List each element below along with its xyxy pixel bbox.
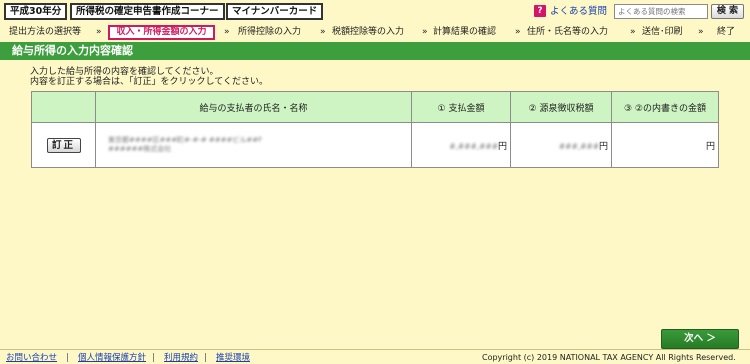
footer: お問い合わせ | 個人情報保護方針 | 利用規約 | 推奨環境 Copyrigh… [0,349,750,364]
step-submission-method: 提出方法の選択等 [9,27,82,37]
instruction-line-2: 内容を訂正する場合は、「訂正」をクリックしてください。 [30,77,268,87]
salary-income-table: 給与の支払者の氏名・名称 ① 支払金額 ② 源泉徴収税額 ③ ②の内書きの金額 … [31,91,719,168]
payer-cell: 東京都####区###町#-#-# ####ビル##F ######株式会社 [95,122,412,168]
payer-address: 東京都####区###町#-#-# ####ビル##F [108,136,263,144]
step-deduction-input: 所得控除の入力 [238,27,302,37]
action-cell: 訂正 [31,122,96,168]
step-address-name-input: 住所・氏名等の入力 [527,27,609,37]
page-title: 給与所得の入力内容確認 [12,44,133,57]
footer-link-contact[interactable]: お問い合わせ [6,353,57,363]
question-icon[interactable]: ? [534,5,546,17]
table-row: 訂正 東京都####区###町#-#-# ####ビル##F ######株式会… [31,122,719,168]
header-action [31,91,96,123]
step-send-print: 送信･印刷 [642,27,683,37]
yen-unit: 円 [497,141,507,152]
header-payer-name: 給与の支払者の氏名・名称 [95,91,412,123]
footer-link-terms[interactable]: 利用規約 [164,353,198,363]
payment-amount-cell: #,###,###円 [411,122,511,168]
inner-amount-cell: 円 [611,122,719,168]
header-withholding-tax: ② 源泉徴収税額 [510,91,612,123]
era-button[interactable]: 平成30年分 [4,3,68,20]
instruction-line-1: 入力した給与所得の内容を確認してください。 [30,67,219,77]
yen-unit: 円 [705,141,715,152]
search-button[interactable]: 検 索 [711,4,744,19]
step-separator: » [422,27,428,37]
step-separator: » [515,27,521,37]
step-calculation-result: 計算結果の確認 [433,27,497,37]
withholding-tax-cell: ###,###円 [510,122,612,168]
step-separator: » [96,27,102,37]
withholding-tax-value: ###,### [558,141,599,151]
payer-name: ######株式会社 [108,145,172,153]
yen-unit: 円 [598,141,608,152]
steps-nav: 提出方法の選択等 » 収入・所得金額の入力 » 所得控除の入力 » 税額控除等の… [0,24,750,41]
payment-amount-value: #,###,### [449,141,498,151]
footer-link-environment[interactable]: 推奨環境 [216,353,250,363]
title-bar: 給与所得の入力内容確認 [0,42,750,60]
footer-separator: | [152,353,155,363]
step-income-input-current: 収入・所得金額の入力 [108,25,215,40]
copyright: Copyright (c) 2019 NATIONAL TAX AGENCY A… [482,353,736,362]
footer-separator: | [204,353,207,363]
faq-search-input[interactable] [614,4,708,19]
step-separator: » [224,27,230,37]
table-header-row: 給与の支払者の氏名・名称 ① 支払金額 ② 源泉徴収税額 ③ ②の内書きの金額 [31,91,719,123]
next-button[interactable]: 次へ ＞ [661,329,739,349]
step-end: 終了 [717,27,736,37]
header-payment-amount: ① 支払金額 [411,91,511,123]
step-tax-credit-input: 税額控除等の入力 [332,27,405,37]
faq-link[interactable]: よくある質問 [550,5,607,18]
footer-link-privacy[interactable]: 個人情報保護方針 [78,353,146,363]
header-inner-amount: ③ ②の内書きの金額 [611,91,719,123]
edit-button[interactable]: 訂正 [46,137,81,153]
step-separator: » [630,27,636,37]
top-bar: 平成30年分 所得税の確定申告書作成コーナー マイナンバーカード ? よくある質… [0,0,750,24]
footer-separator: | [66,353,69,363]
step-separator: » [320,27,326,37]
step-separator: » [698,27,704,37]
mynumber-card-button[interactable]: マイナンバーカード [226,3,324,20]
corner-button[interactable]: 所得税の確定申告書作成コーナー [70,3,225,20]
